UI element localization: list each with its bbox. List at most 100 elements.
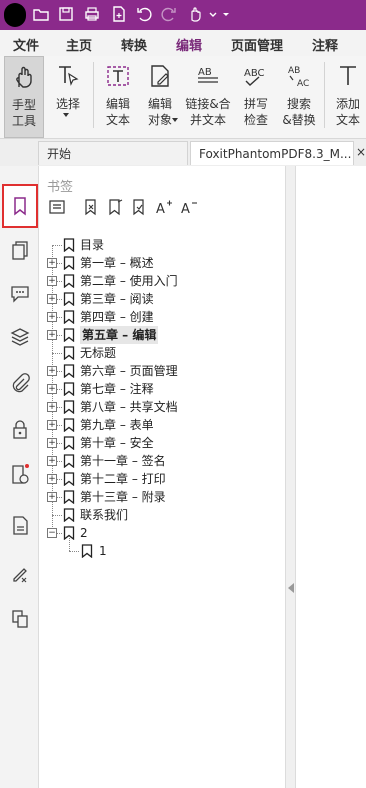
bookmark-icon <box>63 328 75 342</box>
menu-home[interactable]: 主页 <box>66 35 92 54</box>
add-text-button[interactable]: 添加 文本 <box>330 56 366 136</box>
tab-start[interactable]: 开始 <box>38 141 188 165</box>
bookmark-item[interactable]: + 第五章 – 编辑 <box>39 326 285 344</box>
decrease-text-size-icon[interactable]: A <box>180 198 198 216</box>
layers-icon[interactable] <box>9 326 31 348</box>
bookmark-item[interactable]: + 第十章 – 安全 <box>39 434 285 452</box>
select-button[interactable]: 选择 <box>48 56 88 136</box>
signatures-icon[interactable] <box>9 463 31 485</box>
bookmark-item[interactable]: + 第十一章 – 签名 <box>39 452 285 470</box>
link-merge-text-button[interactable]: AB 链接&合 并文本 <box>183 56 233 136</box>
expand-toggle-icon[interactable]: + <box>47 294 57 304</box>
edit-object-button[interactable]: 编辑 对象 <box>141 56 179 136</box>
security-lock-icon[interactable] <box>9 418 31 440</box>
bookmark-panel: 书签 A A 目录 + 第一章 – 概述 + 第二章 – 使用入门 + 第三章 – 阅读 + 第… <box>39 166 285 788</box>
expand-toggle-icon[interactable]: + <box>47 330 57 340</box>
chevron-down-icon[interactable] <box>204 5 217 23</box>
bookmark-label: 第二章 – 使用入门 <box>80 274 178 288</box>
open-folder-icon[interactable] <box>32 5 50 23</box>
spell-check-label: 拼写 检查 <box>243 97 268 127</box>
new-bookmark-icon[interactable] <box>106 198 124 216</box>
expand-toggle-icon[interactable]: + <box>47 492 57 502</box>
bookmark-icon <box>63 292 75 306</box>
expand-toggle-icon[interactable]: + <box>47 438 57 448</box>
bookmark-item[interactable]: + 第二章 – 使用入门 <box>39 272 285 290</box>
hand-tool-button[interactable]: 手型 工具 <box>4 56 44 138</box>
expand-toggle-icon[interactable]: + <box>47 276 57 286</box>
search-replace-icon: AB AC <box>285 62 313 90</box>
bookmark-item[interactable]: 目录 <box>39 236 285 254</box>
new-file-icon[interactable] <box>110 5 128 23</box>
expand-toggle-icon[interactable]: + <box>47 384 57 394</box>
bookmark-options-icon[interactable] <box>48 198 66 216</box>
comments-icon[interactable] <box>9 282 31 304</box>
tab-document[interactable]: FoxitPhantomPDF8.3_M... <box>190 141 354 165</box>
bookmark-item[interactable]: + 第六章 – 页面管理 <box>39 362 285 380</box>
increase-text-size-icon[interactable]: A <box>155 198 173 216</box>
print-icon[interactable] <box>83 5 101 23</box>
menu-bar: 文件 主页 转换 编辑 页面管理 注释 <box>0 30 366 59</box>
svg-text:AB: AB <box>288 66 300 76</box>
menu-convert[interactable]: 转换 <box>121 35 147 54</box>
bookmark-item[interactable]: + 第八章 – 共享文档 <box>39 398 285 416</box>
redo-icon[interactable] <box>160 5 178 23</box>
hand-tool-quick-icon[interactable] <box>186 5 204 23</box>
bookmark-label: 1 <box>99 544 107 558</box>
tab-close-icon[interactable]: × <box>356 145 366 159</box>
menu-file[interactable]: 文件 <box>13 35 39 54</box>
bookmark-label: 第十章 – 安全 <box>80 436 154 450</box>
expand-toggle-icon[interactable]: + <box>47 258 57 268</box>
select-text-icon <box>54 62 82 90</box>
page-content-icon[interactable] <box>9 514 31 536</box>
save-icon[interactable] <box>57 5 75 23</box>
bookmark-icon <box>63 256 75 270</box>
expand-toggle-icon[interactable]: + <box>47 312 57 322</box>
bookmark-label: 第九章 – 表单 <box>80 418 154 432</box>
bookmark-icon <box>63 274 75 288</box>
bookmark-item[interactable]: 联系我们 <box>39 506 285 524</box>
document-tab-strip: 开始 FoxitPhantomPDF8.3_M... × <box>0 139 366 167</box>
menu-page-manage[interactable]: 页面管理 <box>231 35 283 54</box>
edit-text-label: 编辑 文本 <box>105 97 130 127</box>
pages-thumbnail-icon[interactable] <box>9 239 31 261</box>
compare-pages-icon[interactable] <box>9 608 31 630</box>
attachments-icon[interactable] <box>9 372 31 394</box>
bookmark-label: 2 <box>80 526 88 540</box>
edit-text-button[interactable]: 编辑 文本 <box>99 56 137 136</box>
delete-bookmark-icon[interactable] <box>82 198 100 216</box>
expand-toggle-icon[interactable]: + <box>47 402 57 412</box>
bookmark-item[interactable]: −2 <box>39 524 285 542</box>
bookmark-icon <box>81 544 93 558</box>
title-bar <box>0 0 366 30</box>
bookmark-item[interactable]: + 第十三章 – 附录 <box>39 488 285 506</box>
bookmark-sub-item[interactable]: 1 <box>39 542 285 560</box>
bookmark-item[interactable]: + 第十二章 – 打印 <box>39 470 285 488</box>
search-replace-button[interactable]: AB AC 搜索 &替换 <box>279 56 319 136</box>
expand-toggle-icon[interactable]: + <box>47 366 57 376</box>
bookmark-icon <box>63 454 75 468</box>
ribbon-separator <box>93 62 94 128</box>
collapse-toggle-icon[interactable]: − <box>47 528 57 538</box>
bookmark-item[interactable]: + 第三章 – 阅读 <box>39 290 285 308</box>
bookmark-item[interactable]: 无标题 <box>39 344 285 362</box>
bookmark-item[interactable]: + 第一章 – 概述 <box>39 254 285 272</box>
expand-toggle-icon[interactable]: + <box>47 456 57 466</box>
menu-comment[interactable]: 注释 <box>312 35 338 54</box>
bookmark-label: 第四章 – 创建 <box>80 310 154 324</box>
customize-dropdown-icon[interactable] <box>217 5 229 23</box>
undo-icon[interactable] <box>135 5 153 23</box>
bookmark-item[interactable]: + 第四章 – 创建 <box>39 308 285 326</box>
document-view[interactable] <box>296 166 366 788</box>
bookmark-item[interactable]: + 第九章 – 表单 <box>39 416 285 434</box>
panel-splitter[interactable] <box>285 166 296 788</box>
spell-check-button[interactable]: ABC 拼写 检查 <box>237 56 275 136</box>
edit-object-icon <box>146 62 174 90</box>
expand-toggle-icon[interactable]: + <box>47 420 57 430</box>
bookmark-from-selection-icon[interactable] <box>130 198 148 216</box>
expand-toggle-icon[interactable]: + <box>47 474 57 484</box>
edit-sign-icon[interactable] <box>9 562 31 584</box>
svg-text:A: A <box>181 202 190 216</box>
bookmark-item[interactable]: + 第七章 – 注释 <box>39 380 285 398</box>
svg-text:ABC: ABC <box>244 68 265 79</box>
collapse-arrow-icon[interactable] <box>288 583 294 593</box>
